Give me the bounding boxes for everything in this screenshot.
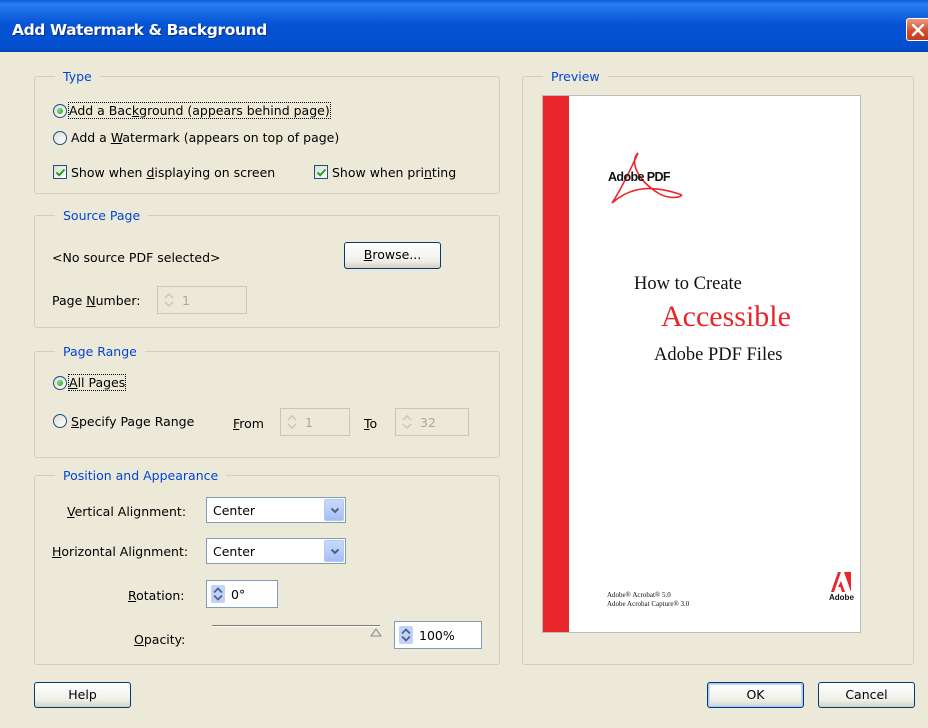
radio-add-watermark[interactable] — [53, 131, 67, 145]
spin-arrows-icon — [211, 585, 225, 603]
page-number-label: Page Number: — [52, 293, 141, 308]
from-label: From — [233, 416, 264, 431]
radio-all-pages-label[interactable]: All Pages — [67, 374, 127, 391]
opacity-stepper[interactable]: 100% — [394, 621, 482, 649]
preview-page: Adobe PDF How to Create Accessible Adobe… — [543, 96, 860, 632]
horizontal-alignment-select[interactable]: Center — [206, 538, 346, 564]
checkbox-show-on-screen-label[interactable]: Show when displaying on screen — [71, 165, 275, 180]
preview-footer-1: Adobe® Acrobat® 5.0 — [607, 591, 671, 599]
to-page-value: 32 — [420, 415, 436, 430]
vertical-alignment-label: Vertical Alignment: — [67, 504, 187, 519]
checkmark-icon — [55, 168, 66, 177]
to-page-stepper[interactable]: 32 — [395, 408, 469, 436]
chevron-down-icon — [330, 507, 340, 514]
radio-specify-page-range-label[interactable]: Specify Page Range — [71, 414, 194, 429]
preview-line-2: Accessible — [661, 300, 791, 333]
radio-add-background-label[interactable]: Add a Background (appears behind page) — [68, 102, 331, 119]
position-appearance-legend: Position and Appearance — [55, 468, 227, 483]
page-range-legend: Page Range — [55, 344, 145, 359]
checkbox-show-when-printing[interactable] — [314, 165, 328, 179]
spin-arrows-icon — [402, 414, 412, 430]
checkbox-show-on-screen[interactable] — [53, 165, 67, 179]
chevron-down-icon — [330, 548, 340, 555]
vertical-alignment-dropdown-button[interactable] — [324, 499, 344, 521]
horizontal-alignment-dropdown-button[interactable] — [324, 540, 344, 562]
radio-all-pages[interactable] — [53, 376, 67, 390]
adobe-pdf-logo-text: Adobe PDF — [608, 170, 671, 184]
checkbox-show-when-printing-label[interactable]: Show when printing — [332, 165, 456, 180]
horizontal-alignment-value: Center — [213, 544, 256, 559]
window-title: Add Watermark & Background — [12, 21, 267, 39]
from-page-value: 1 — [305, 415, 313, 430]
radio-add-background[interactable] — [53, 104, 67, 118]
close-button[interactable] — [906, 18, 928, 41]
spin-arrows-icon — [164, 292, 174, 308]
cancel-button[interactable]: Cancel — [818, 682, 915, 708]
source-page-legend: Source Page — [55, 208, 149, 223]
vertical-alignment-select[interactable]: Center — [206, 497, 346, 523]
to-label: To — [364, 416, 378, 431]
radio-add-watermark-label[interactable]: Add a Watermark (appears on top of page) — [71, 130, 339, 145]
opacity-slider-thumb[interactable] — [370, 628, 382, 637]
vertical-alignment-value: Center — [213, 503, 256, 518]
preview-legend: Preview — [543, 69, 608, 84]
source-page-group: Source Page — [34, 208, 500, 328]
preview-line-1: How to Create — [634, 274, 742, 294]
page-number-value: 1 — [182, 293, 190, 308]
page-number-stepper[interactable]: 1 — [157, 286, 247, 314]
spin-arrows-icon — [287, 414, 297, 430]
opacity-label: Opacity: — [134, 632, 186, 647]
help-button[interactable]: Help — [34, 682, 131, 708]
preview-red-bar — [543, 96, 569, 632]
checkmark-icon — [316, 168, 327, 177]
from-page-stepper[interactable]: 1 — [280, 408, 350, 436]
page-range-group: Page Range — [34, 344, 500, 458]
opacity-slider[interactable] — [212, 624, 382, 640]
spin-arrows-icon — [399, 626, 413, 644]
source-pdf-status: <No source PDF selected> — [52, 250, 221, 265]
horizontal-alignment-label: Horizontal Alignment: — [52, 544, 189, 559]
opacity-slider-track — [212, 625, 380, 627]
rotation-stepper[interactable]: 0° — [206, 580, 278, 608]
title-bar: Add Watermark & Background — [0, 0, 928, 52]
ok-button[interactable]: OK — [707, 682, 804, 708]
rotation-label: Rotation: — [128, 588, 185, 603]
type-legend: Type — [55, 69, 100, 84]
adobe-brand-text: Adobe — [829, 593, 854, 602]
opacity-value: 100% — [419, 628, 455, 643]
preview-line-3: Adobe PDF Files — [654, 345, 783, 365]
browse-button[interactable]: Browse... — [344, 242, 441, 269]
adobe-pdf-logo: Adobe PDF — [608, 149, 688, 209]
adobe-brand-logo: Adobe — [829, 572, 854, 606]
adobe-a-icon — [831, 572, 851, 592]
radio-specify-page-range[interactable] — [53, 414, 67, 428]
rotation-value: 0° — [231, 587, 246, 602]
preview-footer-2: Adobe Acrobat Capture® 3.0 — [607, 600, 690, 608]
